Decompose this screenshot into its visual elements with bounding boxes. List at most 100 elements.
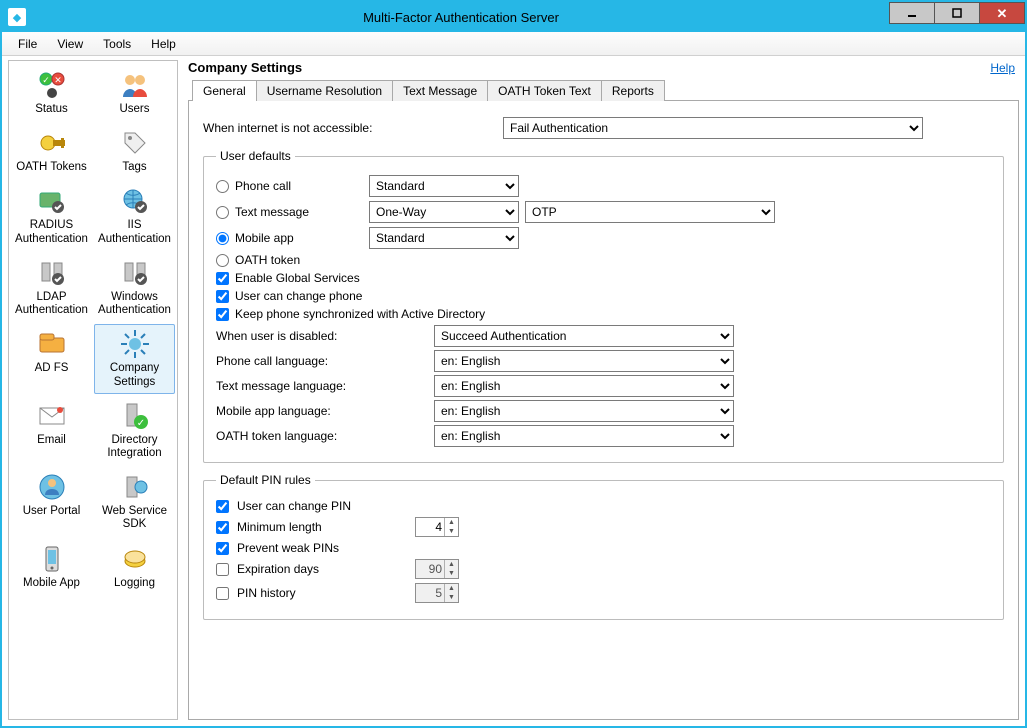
pin-rules-legend: Default PIN rules xyxy=(216,473,315,487)
check-pin-min-length[interactable] xyxy=(216,521,229,534)
sidebar-item-radius-authentication[interactable]: RADIUS Authentication xyxy=(11,181,92,250)
spin-min-length-value[interactable] xyxy=(416,518,444,536)
sidebar-item-windows-authentication[interactable]: Windows Authentication xyxy=(94,253,175,322)
check-keep-sync[interactable] xyxy=(216,308,229,321)
radio-phone-call[interactable] xyxy=(216,180,229,193)
internet-label: When internet is not accessible: xyxy=(203,121,493,135)
spin-min-length[interactable]: ▲▼ xyxy=(415,517,459,537)
app-icon: ◆ xyxy=(8,8,26,26)
sidebar-item-iis-authentication[interactable]: IIS Authentication xyxy=(94,181,175,250)
app-lang-select[interactable]: en: English xyxy=(434,400,734,422)
sidebar-icon-radius-authentication xyxy=(36,185,68,217)
sidebar-item-label: Company Settings xyxy=(97,362,172,388)
sidebar-item-label: Logging xyxy=(97,577,172,590)
radio-oath-token[interactable] xyxy=(216,254,229,267)
sidebar-item-label: User Portal xyxy=(14,505,89,518)
user-defaults-group: User defaults Phone call Standard Text m… xyxy=(203,149,1004,463)
sidebar-item-web-service-sdk[interactable]: Web Service SDK xyxy=(94,467,175,536)
sidebar-icon-ldap-authentication xyxy=(36,257,68,289)
sidebar-icon-oath-tokens xyxy=(36,127,68,159)
phone-lang-label: Phone call language: xyxy=(216,354,426,368)
sidebar-item-company-settings[interactable]: Company Settings xyxy=(94,324,175,393)
user-defaults-legend: User defaults xyxy=(216,149,295,163)
text-message-type[interactable]: OTP xyxy=(525,201,775,223)
sidebar-item-oath-tokens[interactable]: OATH Tokens xyxy=(11,123,92,179)
sidebar-item-label: RADIUS Authentication xyxy=(14,219,89,245)
sidebar-item-ldap-authentication[interactable]: LDAP Authentication xyxy=(11,253,92,322)
sidebar-item-label: Mobile App xyxy=(14,577,89,590)
svg-text:✕: ✕ xyxy=(54,75,62,85)
sidebar-icon-mobile-app xyxy=(36,543,68,575)
disabled-label: When user is disabled: xyxy=(216,329,426,343)
text-message-mode[interactable]: One-Way xyxy=(369,201,519,223)
disabled-select[interactable]: Succeed Authentication xyxy=(434,325,734,347)
pin-rules-group: Default PIN rules User can change PIN Mi… xyxy=(203,473,1004,620)
sidebar-item-ad-fs[interactable]: AD FS xyxy=(11,324,92,393)
tab-general[interactable]: General xyxy=(192,80,257,101)
spin-expiration: ▲▼ xyxy=(415,559,459,579)
sidebar-icon-web-service-sdk xyxy=(119,471,151,503)
oath-lang-select[interactable]: en: English xyxy=(434,425,734,447)
check-pin-user-change[interactable] xyxy=(216,500,229,513)
check-enable-global[interactable] xyxy=(216,272,229,285)
sidebar-icon-directory-integration: ✓ xyxy=(119,400,151,432)
check-pin-min-length-label: Minimum length xyxy=(237,520,407,534)
maximize-button[interactable] xyxy=(934,2,980,24)
sidebar-item-directory-integration[interactable]: ✓Directory Integration xyxy=(94,396,175,465)
text-lang-select[interactable]: en: English xyxy=(434,375,734,397)
page-title: Company Settings xyxy=(188,60,302,75)
help-link[interactable]: Help xyxy=(990,61,1015,75)
sidebar-item-logging[interactable]: Logging xyxy=(94,539,175,595)
tab-text[interactable]: Text Message xyxy=(392,80,488,101)
sidebar-icon-status: ✓✕ xyxy=(36,69,68,101)
sidebar-icon-tags xyxy=(119,127,151,159)
sidebar-icon-users xyxy=(119,69,151,101)
sidebar-item-email[interactable]: Email xyxy=(11,396,92,465)
sidebar-icon-user-portal xyxy=(36,471,68,503)
menu-tools[interactable]: Tools xyxy=(93,35,141,53)
spin-down-icon[interactable]: ▼ xyxy=(445,527,458,536)
sidebar-item-label: OATH Tokens xyxy=(14,161,89,174)
sidebar-icon-email xyxy=(36,400,68,432)
check-enable-global-label: Enable Global Services xyxy=(235,271,360,285)
check-pin-user-change-label: User can change PIN xyxy=(237,499,407,513)
sidebar-item-label: IIS Authentication xyxy=(97,219,172,245)
check-pin-prevent-weak[interactable] xyxy=(216,542,229,555)
tab-reports[interactable]: Reports xyxy=(601,80,665,101)
spin-history-value xyxy=(416,584,444,602)
sidebar-item-users[interactable]: Users xyxy=(94,65,175,121)
radio-mobile-app[interactable] xyxy=(216,232,229,245)
menu-file[interactable]: File xyxy=(8,35,47,53)
sidebar-item-label: Web Service SDK xyxy=(97,505,172,531)
radio-text-message[interactable] xyxy=(216,206,229,219)
phone-call-mode[interactable]: Standard xyxy=(369,175,519,197)
check-pin-expiration[interactable] xyxy=(216,563,229,576)
menu-help[interactable]: Help xyxy=(141,35,186,53)
spin-history: ▲▼ xyxy=(415,583,459,603)
minimize-button[interactable] xyxy=(889,2,935,24)
check-pin-history[interactable] xyxy=(216,587,229,600)
tab-username[interactable]: Username Resolution xyxy=(256,80,393,101)
sidebar-item-status[interactable]: ✓✕ Status xyxy=(11,65,92,121)
radio-phone-call-label: Phone call xyxy=(235,179,363,193)
spin-expiration-value xyxy=(416,560,444,578)
main-panel: Company Settings Help General Username R… xyxy=(188,60,1019,720)
close-button[interactable]: ✕ xyxy=(979,2,1025,24)
sidebar-item-user-portal[interactable]: User Portal xyxy=(11,467,92,536)
tab-oath[interactable]: OATH Token Text xyxy=(487,80,602,101)
sidebar-item-tags[interactable]: Tags xyxy=(94,123,175,179)
menu-view[interactable]: View xyxy=(47,35,93,53)
check-user-change-phone[interactable] xyxy=(216,290,229,303)
sidebar-item-label: Status xyxy=(14,103,89,116)
tab-strip: General Username Resolution Text Message… xyxy=(188,79,1019,100)
sidebar-icon-windows-authentication xyxy=(119,257,151,289)
mobile-app-mode[interactable]: Standard xyxy=(369,227,519,249)
oath-lang-label: OATH token language: xyxy=(216,429,426,443)
sidebar-icon-ad-fs xyxy=(36,328,68,360)
sidebar-item-label: Users xyxy=(97,103,172,116)
internet-select[interactable]: Fail Authentication xyxy=(503,117,923,139)
phone-lang-select[interactable]: en: English xyxy=(434,350,734,372)
sidebar-item-mobile-app[interactable]: Mobile App xyxy=(11,539,92,595)
spin-up-icon[interactable]: ▲ xyxy=(445,518,458,527)
text-lang-label: Text message language: xyxy=(216,379,426,393)
